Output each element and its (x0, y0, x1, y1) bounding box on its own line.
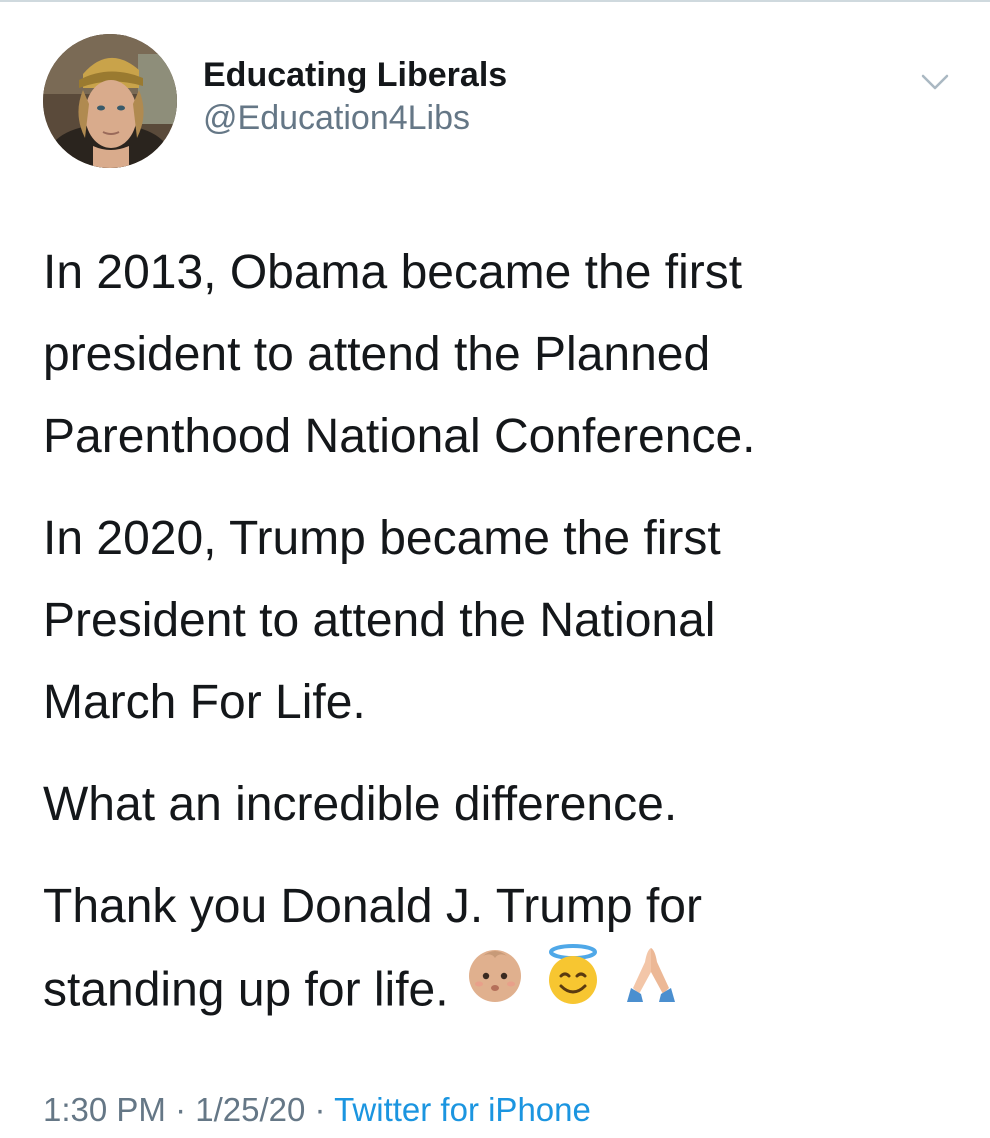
tweet: Educating Liberals @Education4Libs In 20… (0, 0, 990, 1138)
tweet-line-with-emojis: standing up for life. (43, 944, 963, 1038)
tweet-meta: 1:30 PM · 1/25/20 · Twitter for iPhone (43, 1088, 591, 1132)
tweet-line: In 2013, Obama became the first (43, 246, 743, 299)
tweet-line: March For Life. (43, 676, 366, 729)
tweet-time[interactable]: 1:30 PM (43, 1091, 166, 1128)
meta-separator: · (305, 1091, 335, 1128)
folded-hands-emoji (619, 942, 683, 1032)
tweet-text: In 2013, Obama became the first presiden… (43, 232, 963, 1058)
tweet-header: Educating Liberals @Education4Libs (43, 34, 963, 170)
chevron-down-icon[interactable] (917, 70, 953, 94)
tweet-line: Parenthood National Conference. (43, 410, 756, 463)
tweet-paragraph: What an incredible difference. (43, 764, 963, 846)
tweet-line: president to attend the Planned (43, 328, 711, 381)
tweet-source-link[interactable]: Twitter for iPhone (334, 1091, 591, 1128)
avatar[interactable] (43, 34, 177, 168)
smiling-face-with-halo-emoji (541, 942, 605, 1032)
tweet-line-text: standing up for life. (43, 963, 449, 1017)
tweet-line: Thank you Donald J. Trump for (43, 880, 702, 933)
meta-separator: · (165, 1091, 196, 1128)
tweet-line: What an incredible difference. (43, 778, 678, 831)
tweet-line: President to attend the National (43, 594, 716, 647)
tweet-line: In 2020, Trump became the first (43, 512, 721, 565)
baby-emoji (463, 942, 527, 1032)
author-handle[interactable]: @Education4Libs (203, 96, 507, 140)
tweet-paragraph: In 2013, Obama became the first presiden… (43, 232, 963, 478)
tweet-paragraph: In 2020, Trump became the first Presiden… (43, 498, 963, 744)
tweet-paragraph: Thank you Donald J. Trump for standing u… (43, 866, 963, 1038)
tweet-date[interactable]: 1/25/20 (195, 1091, 305, 1128)
avatar-photo (43, 34, 177, 168)
author-names: Educating Liberals @Education4Libs (203, 54, 507, 140)
author-display-name[interactable]: Educating Liberals (203, 54, 507, 96)
